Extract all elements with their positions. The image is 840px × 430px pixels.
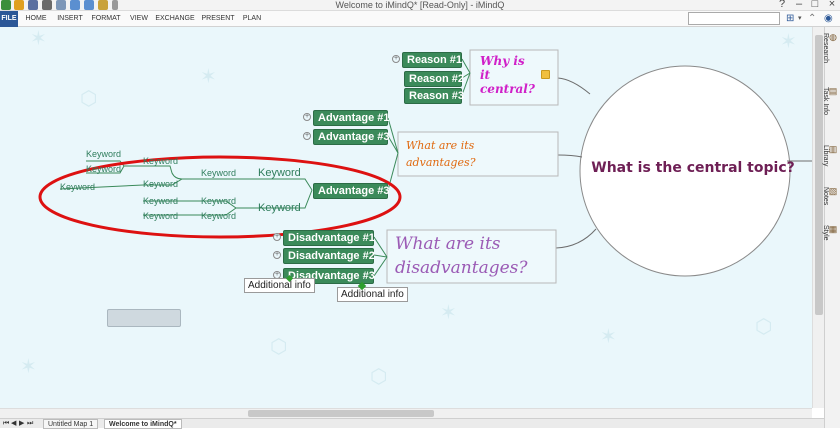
keyword-node[interactable]: Keyword — [201, 211, 236, 221]
notes-icon: ▧ — [829, 187, 839, 197]
minimize-icon[interactable]: – — [792, 0, 806, 10]
keyword-node[interactable]: Keyword — [201, 168, 236, 178]
tab-present[interactable]: PRESENT — [200, 11, 236, 27]
keyword-node[interactable]: Keyword — [258, 167, 301, 179]
window-title: Welcome to iMindQ* [Read-Only] - iMindQ — [335, 0, 505, 10]
tab-view[interactable]: VIEW — [128, 11, 150, 27]
keyword-node[interactable]: Keyword — [258, 202, 301, 214]
keyword-node[interactable]: Keyword — [201, 196, 236, 206]
chevron-down-icon[interactable]: ▾ — [798, 13, 802, 25]
additional-info-callout[interactable]: Additional info — [337, 287, 408, 302]
keyword-node[interactable]: Keyword — [143, 211, 178, 221]
keyword-node[interactable]: Keyword — [143, 179, 178, 189]
tab-plan[interactable]: PLAN — [240, 11, 264, 27]
horizontal-scrollbar[interactable] — [0, 408, 812, 418]
reason-node-1[interactable]: Reason #1 — [402, 52, 462, 68]
reason-node-2[interactable]: Reason #2 — [404, 71, 464, 87]
keyword-node[interactable]: Keyword — [86, 164, 121, 174]
advantage-node-3[interactable]: Advantage #3 — [313, 183, 390, 199]
expand-icon[interactable]: + — [392, 55, 400, 63]
help-icon[interactable]: ? — [775, 0, 789, 10]
disadvantage-node-1[interactable]: Disadvantage #1 — [283, 230, 375, 246]
library-icon: ▥ — [829, 145, 839, 155]
style-icon: ▦ — [829, 225, 839, 235]
side-tab-research[interactable]: ◍ Research — [822, 33, 839, 63]
task-icon: ▤ — [829, 87, 839, 97]
tab-insert[interactable]: INSERT — [55, 11, 85, 27]
advantages-topic[interactable]: What are its advantages? — [406, 137, 476, 171]
side-tab-task-info[interactable]: ▤ Task Info — [822, 87, 839, 115]
vertical-scrollbar[interactable] — [812, 27, 824, 408]
additional-info-callout[interactable]: Additional info — [244, 278, 315, 293]
tab-format[interactable]: FORMAT — [89, 11, 123, 27]
disadvantage-node-2[interactable]: Disadvantage #2 — [283, 248, 375, 264]
reason-node-3[interactable]: Reason #3 — [404, 88, 464, 104]
side-tab-style[interactable]: ▦ Style — [822, 225, 839, 241]
search-input[interactable] — [688, 12, 780, 25]
empty-floating-topic[interactable] — [107, 309, 181, 327]
side-tab-library[interactable]: ▥ Library — [822, 145, 839, 166]
expand-icon[interactable]: + — [273, 251, 281, 259]
side-panel: ◍ Research ▤ Task Info ▥ Library ▧ Notes ▦ St… — [822, 27, 840, 428]
advantage-node-2[interactable]: Advantage #3 — [313, 129, 390, 145]
keyword-node[interactable]: Keyword — [86, 149, 121, 159]
tab-file[interactable]: FILE — [0, 11, 18, 27]
close-icon[interactable]: × — [825, 0, 839, 10]
mind-map-canvas[interactable]: ✶ ⬡ ✶ ⬡ ✶ ✶ ⬡ ✶ ✶ ⬡ Reason #1 Reason #2 … — [0, 27, 812, 408]
expand-icon[interactable]: + — [303, 132, 311, 140]
ribbon-help-icon[interactable]: ◉ — [824, 13, 833, 25]
advantage-node-1[interactable]: Advantage #1 — [313, 110, 390, 126]
side-tab-notes[interactable]: ▧ Notes — [822, 187, 839, 205]
disadvantages-topic[interactable]: What are its disadvantages? — [395, 232, 528, 280]
maximize-icon[interactable]: □ — [808, 0, 822, 10]
expand-icon[interactable]: + — [273, 233, 281, 241]
why-central-topic[interactable]: Why is it central? — [480, 54, 535, 96]
title-bar: Welcome to iMindQ* [Read-Only] - iMindQ … — [0, 0, 840, 11]
research-icon: ◍ — [829, 33, 839, 43]
keyword-node[interactable]: Keyword — [60, 182, 95, 192]
note-icon[interactable] — [541, 70, 550, 79]
expand-icon[interactable]: + — [303, 113, 311, 121]
keyword-node[interactable]: Keyword — [143, 156, 178, 166]
document-tab-bar: ⏮ ◀ ▶ ⏭ Untitled Map 1 Welcome to iMindQ… — [0, 418, 824, 429]
central-topic[interactable]: What is the central topic? — [583, 160, 803, 176]
tab-home[interactable]: HOME — [23, 11, 49, 27]
scroll-thumb[interactable] — [815, 35, 823, 315]
scroll-thumb[interactable] — [248, 410, 434, 417]
hierarchy-icon[interactable]: ⊞ — [786, 13, 794, 25]
minimize-ribbon-icon[interactable]: ⌃ — [808, 13, 816, 25]
tab-exchange[interactable]: EXCHANGE — [154, 11, 196, 27]
keyword-node[interactable]: Keyword — [143, 196, 178, 206]
